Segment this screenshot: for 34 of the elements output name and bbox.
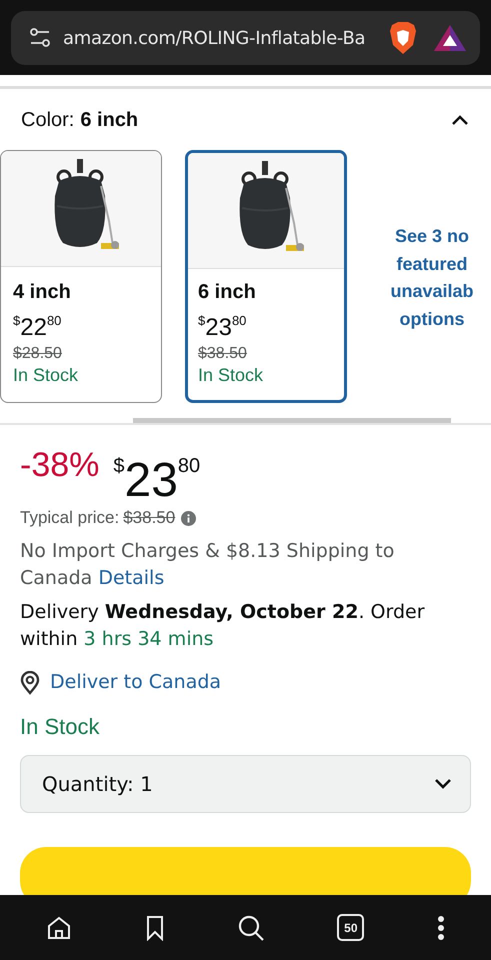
variation-label: Color: 6 inch: [21, 108, 138, 132]
discount-text: -38%: [20, 446, 100, 485]
price-text: $^{$}$23$^{80}$: [113, 453, 200, 509]
shipping-text: No Import Charges & $8.13 Shipping to Canada Details: [20, 539, 396, 591]
list-price: $28.50: [13, 345, 62, 363]
variant-name: 4 inch: [13, 281, 71, 304]
stock-status: In Stock: [20, 714, 100, 740]
stock-status: In Stock: [198, 365, 264, 386]
variant-price: $^{$}$22$^{80}$: [13, 312, 62, 343]
search-icon[interactable]: [236, 914, 265, 942]
home-icon[interactable]: [46, 914, 72, 940]
quantity-dropdown[interactable]: Quantity: 1: [20, 755, 471, 813]
lion-shield-icon[interactable]: [388, 21, 418, 55]
variant-card[interactable]: 6 inch $^{$}$23$^{80}$ $38.50 In Stock: [185, 150, 347, 403]
chevron-down-icon: [434, 778, 452, 790]
location-pin-icon: [20, 670, 40, 694]
more-options-link[interactable]: See 3 no featured unavailab options: [376, 223, 488, 333]
delivery-text: Delivery Wednesday, October 22. Order within 3 hrs 34 mins: [20, 600, 426, 652]
tab-count-button[interactable]: 50: [337, 914, 364, 941]
url-text[interactable]: amazon.com/ROLING-Inflatable-Ba: [63, 28, 376, 48]
stock-status: In Stock: [13, 365, 78, 386]
deliver-to-link[interactable]: Deliver to Canada: [50, 669, 222, 696]
details-link[interactable]: Details: [98, 567, 164, 589]
more-menu-icon[interactable]: [436, 914, 445, 940]
settings-icon[interactable]: [29, 27, 51, 49]
variant-name: 6 inch: [198, 281, 256, 304]
bookmark-icon[interactable]: [144, 914, 165, 940]
info-icon[interactable]: [181, 510, 196, 526]
typical-price-text: Typical price: $38.50: [20, 508, 176, 528]
caret-icon[interactable]: [451, 114, 469, 126]
address-bar[interactable]: amazon.com/ROLING-Inflatable-Ba: [11, 11, 480, 65]
variant-card[interactable]: 4 inch $^{$}$22$^{80}$ $28.50 In Stock: [0, 150, 162, 403]
variant-price: $^{$}$23$^{80}$: [198, 312, 246, 343]
list-price: $38.50: [198, 345, 247, 363]
